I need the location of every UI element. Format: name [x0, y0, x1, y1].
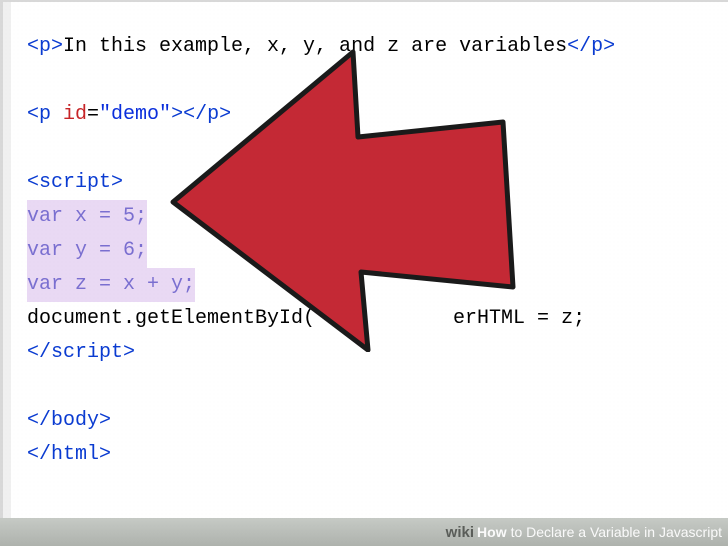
attr-value-demo: "demo": [99, 103, 171, 126]
code-line-blank: [27, 132, 728, 166]
js-statement-a: document.getElementById(: [27, 307, 315, 330]
code-line-blank: [27, 370, 728, 404]
tag-p-close: </p>: [567, 35, 615, 58]
code-line: </body>: [27, 404, 728, 438]
brand-how: How: [477, 524, 507, 540]
var-declaration-x: var x = 5;: [27, 200, 147, 234]
var-declaration-y: var y = 6;: [27, 234, 147, 268]
tag-body-close: </body>: [27, 409, 111, 432]
tag-p-open: <p: [27, 103, 51, 126]
code-line: document.getElementById( erHTML = z;: [27, 302, 728, 336]
attr-id: id: [51, 103, 87, 126]
tag-close-bracket: >: [171, 103, 183, 126]
code-line: var y = 6;: [27, 234, 728, 268]
equals: =: [87, 103, 99, 126]
brand-wiki: wiki: [446, 524, 474, 541]
var-declaration-z: var z = x + y;: [27, 268, 195, 302]
code-line: var z = x + y;: [27, 268, 728, 302]
article-title: to Declare a Variable in Javascript: [511, 524, 722, 540]
tag-p-open: <p>: [27, 35, 63, 58]
code-line-blank: [27, 64, 728, 98]
code-content: <p>In this example, x, y, and z are vari…: [3, 2, 728, 472]
code-editor-frame: <p>In this example, x, y, and z are vari…: [0, 0, 728, 520]
code-line: <p>In this example, x, y, and z are vari…: [27, 30, 728, 64]
wikihow-footer: wikiHow to Declare a Variable in Javascr…: [0, 518, 728, 546]
code-line: </html>: [27, 438, 728, 472]
tag-script-open: <script>: [27, 171, 123, 194]
code-line: var x = 5;: [27, 200, 728, 234]
tag-html-close: </html>: [27, 443, 111, 466]
tag-p-close: </p>: [183, 103, 231, 126]
code-line: </script>: [27, 336, 728, 370]
tag-script-close: </script>: [27, 341, 135, 364]
js-statement-b: erHTML = z;: [453, 307, 585, 330]
code-line: <p id="demo"></p>: [27, 98, 728, 132]
text-content: In this example, x, y, and z are variabl…: [63, 35, 567, 58]
code-line: <script>: [27, 166, 728, 200]
